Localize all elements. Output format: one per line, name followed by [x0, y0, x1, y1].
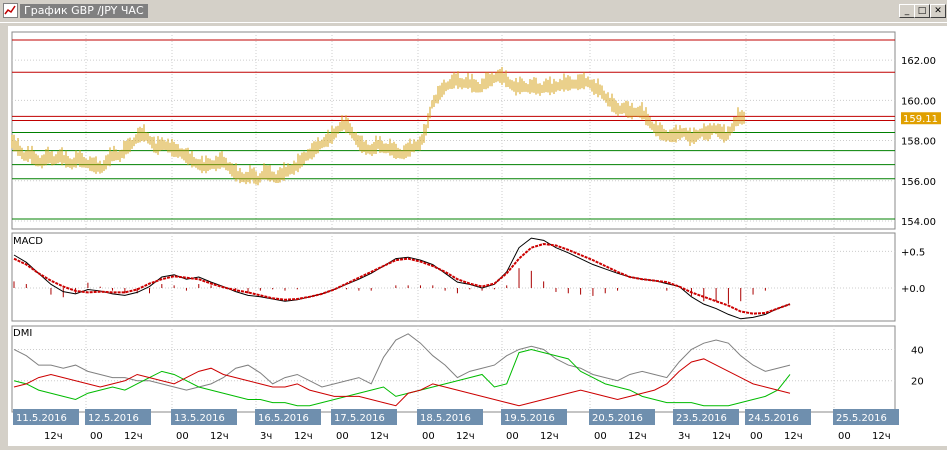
date-label: 16.5.2016 [258, 413, 309, 424]
hour-label: 12ч [712, 431, 731, 442]
date-label: 20.5.2016 [592, 413, 643, 424]
hour-label: 12ч [540, 431, 559, 442]
dmi-tick-label: 20 [911, 377, 924, 388]
price-tick-label: 162.00 [901, 56, 936, 67]
hour-label: 00 [838, 431, 851, 442]
hour-label: 12ч [872, 431, 891, 442]
date-label: 13.5.2016 [174, 413, 225, 424]
hour-label: 12ч [124, 431, 143, 442]
hour-label: 00 [422, 431, 435, 442]
hour-label: 12ч [628, 431, 647, 442]
date-label: 24.5.2016 [748, 413, 799, 424]
date-label: 18.5.2016 [420, 413, 471, 424]
macd-tick-label: +0.5 [901, 247, 925, 258]
date-label: 19.5.2016 [504, 413, 555, 424]
price-tick-label: 158.00 [901, 137, 936, 148]
hour-label: 12ч [784, 431, 803, 442]
chart-svg[interactable]: 162.00 160.00 158.00 156.00 154.00 +0.5 +0.0 40… [8, 26, 947, 446]
price-tick-label: 160.00 [901, 96, 936, 107]
macd-tick-label: +0.0 [901, 284, 925, 295]
price-tick-label: 156.00 [901, 177, 936, 188]
hour-label: 00 [594, 431, 607, 442]
date-label: 25.5.2016 [836, 413, 887, 424]
chart-app-icon [3, 3, 18, 18]
hour-label: 12ч [370, 431, 389, 442]
hour-label: 12ч [44, 431, 63, 442]
price-tick-label: 154.00 [901, 217, 936, 228]
hour-label: 12ч [294, 431, 313, 442]
dmi-panel-title: DMI [13, 328, 32, 339]
date-label: 17.5.2016 [334, 413, 385, 424]
macd-panel-title: MACD [13, 236, 43, 247]
hour-label: 12ч [456, 431, 475, 442]
chart-frame: 162.00 160.00 158.00 156.00 154.00 +0.5 +0.0 40… [8, 26, 947, 446]
hour-label: 00 [90, 431, 103, 442]
dmi-tick-label: 40 [911, 345, 924, 356]
date-label: 11.5.2016 [16, 413, 67, 424]
dmi-panel[interactable] [11, 325, 896, 413]
hour-label: 00 [506, 431, 519, 442]
maximize-button[interactable]: □ [914, 4, 930, 18]
hour-label: 00 [750, 431, 763, 442]
last-price-label: 159.11 [903, 114, 938, 125]
hour-label: 00 [336, 431, 349, 442]
window-title: График GBP /JPY ЧАС [20, 4, 148, 18]
minimize-button[interactable]: _ [899, 4, 915, 18]
date-label: 12.5.2016 [88, 413, 139, 424]
last-price-tag: 159.11 [901, 112, 941, 125]
hour-label: 12ч [210, 431, 229, 442]
hour-label: 00 [176, 431, 189, 442]
hour-label: 3ч [260, 431, 272, 442]
date-label: 23.5.2016 [676, 413, 727, 424]
hour-label: 3ч [678, 431, 690, 442]
window-titlebar[interactable]: График GBP /JPY ЧАС _ □ ✕ [0, 0, 947, 23]
close-button[interactable]: ✕ [930, 4, 946, 18]
